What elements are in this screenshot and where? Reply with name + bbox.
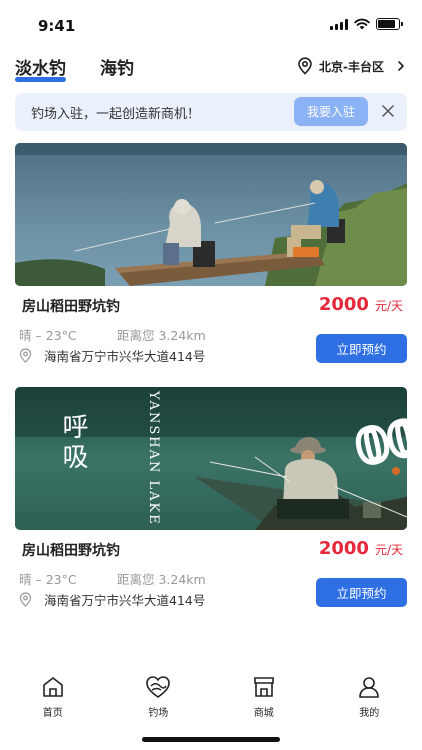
home-icon [42,677,63,697]
merchant-join-banner: 钓场入驻，一起创造新商机！ 我要入驻 [15,93,407,131]
wifi-icon [354,18,370,30]
status-bar: 9:41 [0,0,422,50]
cellular-signal-icon [330,18,348,30]
tabbar-item-profile[interactable]: 我的 [317,668,422,728]
address-text: 海南省万宁市兴华大道414号 [44,349,206,364]
tabbar-item-shop[interactable]: 商城 [211,668,317,728]
address-row: 海南省万宁市兴华大道414号 [19,590,205,609]
book-now-button[interactable]: 立即预约 [316,578,407,607]
tabbar-label: 我的 [359,708,380,719]
price-value: 2000 [318,294,369,315]
location-label: 北京-丰台区 [319,59,384,74]
location-selector[interactable]: 北京-丰台区 [297,57,406,75]
address-row: 海南省万宁市兴华大道414号 [19,346,205,365]
battery-icon [376,18,403,30]
battery-level [378,20,395,28]
tabbar-item-fishing-spot[interactable]: 钓场 [106,668,212,728]
card-image [15,143,407,286]
tab-freshwater[interactable]: 淡水钓 [15,54,66,83]
overlay-lake-name: YANSHAN LAKE [146,390,161,526]
card-image: 呼吸 YANSHAN LAKE 00 [15,387,407,530]
bottom-tab-bar: 首页 钓场 商城 我的 [0,668,422,728]
home-indicator [142,737,280,742]
fishing-spot-card[interactable]: 房山稻田野坑钓 2000 元/天 晴 – 23°C 距离您 3.24km 海南省… [15,143,407,368]
tabbar-label: 首页 [42,708,63,719]
price-unit: 元/天 [374,299,403,313]
close-icon[interactable] [381,104,395,118]
profile-icon [359,677,380,698]
spot-name: 房山稻田野坑钓 [22,299,120,315]
distance-info: 距离您 3.24km [117,572,206,587]
join-button[interactable]: 我要入驻 [294,97,368,126]
location-pin-icon [298,57,312,75]
water-type-tabs: 淡水钓 海钓 [15,54,134,83]
distance-info: 距离您 3.24km [117,328,206,343]
banner-text: 钓场入驻，一起创造新商机！ [31,106,201,122]
location-pin-icon [19,592,32,607]
spot-price: 2000 元/天 [319,538,403,559]
weather-info: 晴 – 23°C [19,328,77,343]
location-pin-icon [19,348,32,363]
status-icons [330,18,403,30]
chevron-right-icon [398,61,404,71]
spot-price: 2000 元/天 [319,294,403,315]
tabbar-label: 钓场 [148,708,169,719]
spot-name: 房山稻田野坑钓 [22,543,120,559]
overlay-calligraphy: 呼吸 [58,413,88,473]
address-text: 海南省万宁市兴华大道414号 [44,593,206,608]
price-unit: 元/天 [374,543,403,557]
status-time: 9:41 [38,17,76,35]
shop-icon [253,677,274,697]
tabbar-item-home[interactable]: 首页 [0,668,106,728]
fishing-spot-icon [146,676,171,698]
tabbar-label: 商城 [253,708,274,719]
tab-sea-fishing[interactable]: 海钓 [100,54,134,83]
book-now-button[interactable]: 立即预约 [316,334,407,363]
weather-info: 晴 – 23°C [19,572,77,587]
price-value: 2000 [318,538,369,559]
fishing-spot-card[interactable]: 呼吸 YANSHAN LAKE 00 房山稻田野坑钓 2000 元/天 晴 – … [15,387,407,612]
